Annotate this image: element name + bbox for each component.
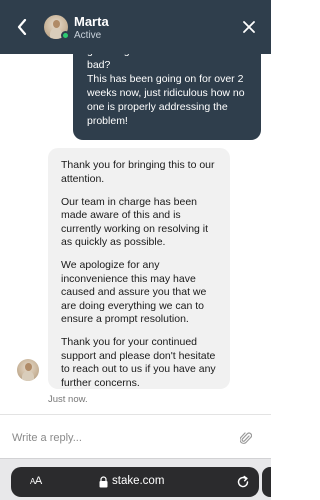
attach-button[interactable] bbox=[239, 430, 253, 446]
text-size-button[interactable]: AA bbox=[30, 475, 42, 487]
address-bar[interactable]: AA stake.com bbox=[11, 467, 259, 497]
agent-message-bubble: Thank you for bringing this to our atten… bbox=[48, 148, 230, 389]
close-button[interactable] bbox=[240, 18, 258, 36]
url-text[interactable]: stake.com bbox=[112, 475, 164, 487]
avatar bbox=[17, 359, 39, 381]
chat-header: Marta Active bbox=[0, 0, 271, 54]
agent-avatar-header bbox=[44, 15, 70, 40]
agent-name: Marta bbox=[74, 14, 109, 29]
browser-toolbar: AA stake.com bbox=[0, 458, 271, 500]
user-message-text: gambling site in the world be this bad? … bbox=[87, 45, 245, 127]
composer-divider bbox=[0, 414, 271, 415]
close-icon bbox=[243, 21, 255, 33]
reload-icon[interactable] bbox=[235, 474, 251, 490]
agent-message-paragraph: Thank you for bringing this to our atten… bbox=[61, 159, 215, 185]
paperclip-icon bbox=[240, 431, 252, 444]
message-timestamp: Just now. bbox=[48, 394, 88, 405]
chevron-left-icon bbox=[17, 19, 27, 35]
back-button[interactable] bbox=[12, 16, 32, 38]
agent-message-paragraph: Thank you for your continued support and… bbox=[61, 336, 216, 389]
lock-icon bbox=[99, 476, 108, 488]
aa-large-letter: A bbox=[34, 475, 42, 487]
chat-screen: gambling site in the world be this bad? … bbox=[0, 0, 271, 500]
next-tab-preview[interactable] bbox=[262, 467, 271, 497]
agent-message-paragraph: We apologize for any inconvenience this … bbox=[61, 259, 207, 325]
online-status-dot bbox=[61, 31, 70, 40]
reply-input[interactable] bbox=[12, 428, 227, 448]
agent-status: Active bbox=[74, 30, 102, 41]
agent-avatar-message bbox=[17, 359, 39, 381]
agent-message-paragraph: Our team in charge has been made aware o… bbox=[61, 195, 209, 249]
